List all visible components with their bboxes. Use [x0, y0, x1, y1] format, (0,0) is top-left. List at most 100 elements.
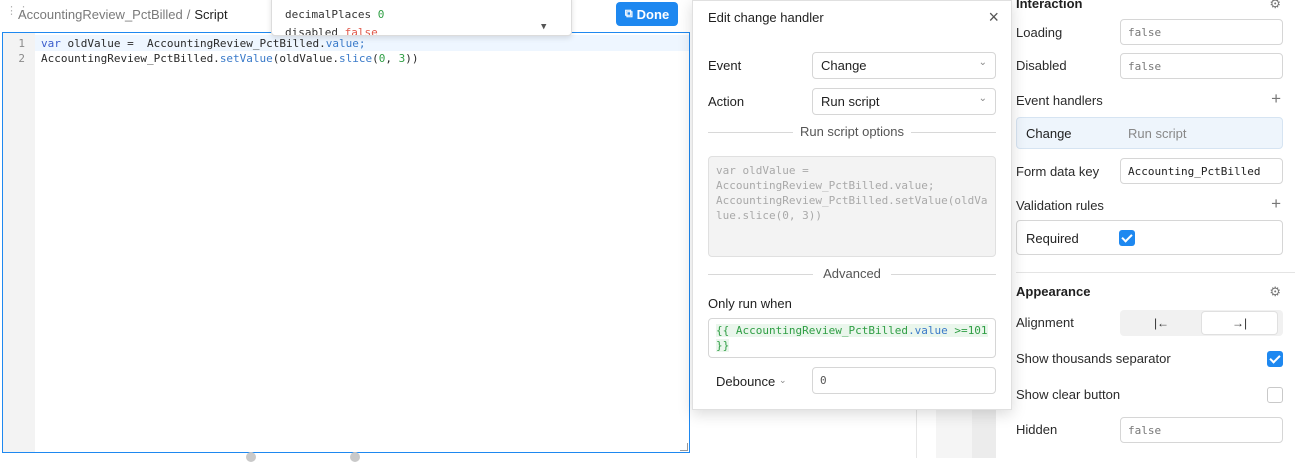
breadcrumb-component[interactable]: AccountingReview_PctBilled [18, 7, 183, 22]
done-button[interactable]: ⧉ Done [616, 2, 678, 26]
validation-rules-card: Required [1016, 220, 1283, 255]
script-preview-text: var oldValue = AccountingReview_PctBille… [716, 164, 988, 222]
code-text: , [385, 52, 399, 65]
modal-title: Edit change handler [708, 10, 824, 25]
code-property: value [325, 37, 359, 50]
section-divider [1016, 272, 1295, 273]
autocomplete-row-decimal-places[interactable]: decimalPlaces 0 [285, 8, 384, 21]
show-clear-button-checkbox[interactable] [1267, 387, 1283, 403]
edit-change-handler-modal: Edit change handler × Event Change ⌄ Act… [692, 0, 1012, 410]
only-run-when-label: Only run when [708, 296, 792, 311]
hidden-label: Hidden [1016, 422, 1058, 437]
sliders-icon[interactable]: ⚙ [1269, 284, 1281, 300]
required-label: Required [1026, 231, 1079, 246]
expr-close: }} [716, 339, 730, 352]
code-text: AccountingReview_PctBilled. [41, 52, 220, 65]
action-select[interactable]: Run script ⌄ [812, 88, 996, 115]
code-function: slice [339, 52, 373, 65]
loading-label: Loading [1016, 25, 1063, 40]
handler-event: Change [1026, 126, 1072, 141]
toolbar-icon [350, 452, 360, 462]
add-validation-rule-plus-icon[interactable]: + [1271, 194, 1281, 214]
debounce-value: 0 [820, 374, 827, 387]
event-select[interactable]: Change ⌄ [812, 52, 996, 79]
expr-operator: >= [947, 324, 968, 337]
code-line-2[interactable]: AccountingReview_PctBilled.setValue(oldV… [41, 52, 419, 65]
hidden-input[interactable]: false [1120, 417, 1283, 443]
form-data-key-input[interactable]: Accounting_PctBilled [1120, 158, 1283, 184]
code-text: (oldValue. [272, 52, 340, 65]
appearance-section-title: Appearance [1016, 284, 1091, 299]
event-handler-item[interactable]: Change Run script [1016, 117, 1283, 149]
run-script-options-label: Run script options [799, 124, 905, 139]
script-preview[interactable]: var oldValue = AccountingReview_PctBille… [708, 156, 996, 257]
expr-property: .value [908, 324, 948, 337]
code-text: ( [372, 52, 379, 65]
only-run-when-input[interactable]: {{ AccountingReview_PctBilled.value >=10… [708, 318, 996, 358]
toolbar-icon [246, 452, 256, 462]
align-right-button[interactable]: →| [1202, 312, 1277, 334]
action-select-value: Run script [821, 94, 880, 109]
disabled-input[interactable]: false [1120, 53, 1283, 79]
code-keyword: var [41, 37, 61, 50]
code-line-1[interactable]: var oldValue = AccountingReview_PctBille… [41, 37, 366, 50]
event-select-value: Change [821, 58, 867, 73]
code-text: )) [405, 52, 419, 65]
show-clear-button-label: Show clear button [1016, 387, 1121, 402]
done-button-label: Done [636, 6, 670, 22]
form-data-key-value: Accounting_PctBilled [1128, 165, 1261, 178]
debounce-label[interactable]: Debounce [716, 374, 775, 389]
disabled-value: false [1128, 60, 1162, 73]
advanced-label: Advanced [823, 266, 881, 281]
line-number: 1 [18, 37, 25, 50]
validation-rules-label: Validation rules [1016, 198, 1104, 213]
action-label: Action [708, 94, 745, 109]
autocomplete-value: false [344, 26, 378, 36]
alignment-toggle-group: |← →| [1120, 310, 1283, 336]
autocomplete-row-disabled[interactable]: disabled false [285, 26, 378, 36]
autocomplete-popup[interactable]: decimalPlaces 0 disabled false ▼ [271, 0, 572, 36]
show-thousands-separator-label: Show thousands separator [1016, 351, 1171, 366]
form-data-key-label: Form data key [1016, 164, 1100, 179]
bottom-toolbar-peek [240, 452, 440, 462]
add-event-handler-plus-icon[interactable]: + [1271, 89, 1281, 109]
done-icon: ⧉ [624, 7, 633, 20]
hidden-value: false [1128, 424, 1162, 437]
breadcrumb: AccountingReview_PctBilled / Script [18, 7, 228, 22]
alignment-label: Alignment [1016, 315, 1074, 330]
only-run-when-expression: {{ AccountingReview_PctBilled.value >=10… [716, 323, 992, 353]
scroll-down-icon[interactable]: ▼ [541, 22, 546, 32]
breadcrumb-current: Script [194, 7, 228, 22]
inspector-panel: Interaction ⚙ Loading false Disabled fal… [1005, 0, 1295, 458]
interaction-section-title: Interaction [1016, 0, 1083, 11]
advanced-divider: Advanced [708, 266, 996, 281]
expr-open: {{ AccountingReview_PctBilled [716, 324, 909, 337]
align-left-button[interactable]: |← [1124, 312, 1199, 334]
autocomplete-scrollbar[interactable]: ▼ [539, 0, 551, 35]
line-number-gutter: 1 2 [3, 33, 35, 452]
resize-grip-icon[interactable] [680, 443, 688, 451]
sliders-icon[interactable]: ⚙ [1269, 0, 1281, 12]
debounce-input[interactable]: 0 [812, 367, 996, 394]
autocomplete-value: 0 [377, 8, 385, 21]
chevron-down-icon[interactable]: ⌄ [779, 375, 787, 386]
expr-number: 101 [967, 324, 988, 337]
code-text: oldValue = AccountingReview_PctBilled. [60, 37, 326, 50]
close-icon[interactable]: × [988, 7, 999, 28]
drag-handle-icon[interactable]: ⋮⋮ [6, 6, 29, 22]
code-function: setValue [219, 52, 273, 65]
breadcrumb-separator: / [186, 7, 191, 22]
handler-action: Run script [1128, 126, 1187, 141]
run-script-options-divider: Run script options [708, 124, 996, 139]
loading-input[interactable]: false [1120, 19, 1283, 45]
chevron-down-icon: ⌄ [978, 93, 987, 104]
line-number: 2 [18, 52, 25, 65]
event-handlers-label: Event handlers [1016, 93, 1103, 108]
autocomplete-key: decimalPlaces [285, 8, 378, 21]
chevron-down-icon: ⌄ [978, 57, 987, 68]
required-checkbox[interactable] [1119, 230, 1135, 246]
event-label: Event [708, 58, 742, 73]
code-editor[interactable]: 1 2 var oldValue = AccountingReview_PctB… [2, 32, 690, 453]
show-thousands-separator-checkbox[interactable] [1267, 351, 1283, 367]
disabled-label: Disabled [1016, 58, 1067, 73]
